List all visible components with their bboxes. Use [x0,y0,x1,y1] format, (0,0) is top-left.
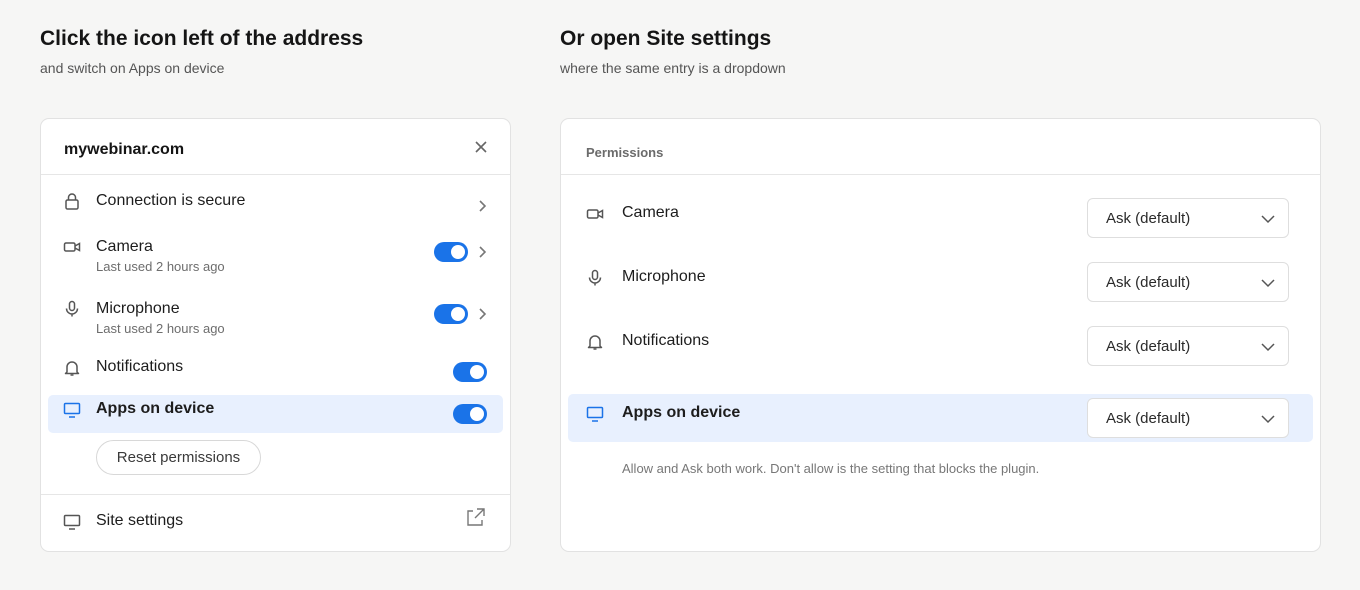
chevron-right-icon [479,200,487,212]
permissions-header: Permissions [586,145,664,160]
monitor-icon [63,514,81,530]
perm-microphone-label: Microphone [622,268,706,285]
chevron-right-icon[interactable] [477,307,487,321]
chevron-down-icon [1261,215,1275,224]
bell-icon [587,335,603,350]
site-info-panel: mywebinar.com Connection is secure Camer… [40,118,511,552]
perm-camera-label: Camera [622,204,679,221]
monitor-icon [586,406,604,422]
lock-icon [65,193,79,210]
microphone-label: Microphone [96,300,180,317]
camera-select[interactable]: Ask (default) [1087,198,1289,238]
chevron-right-icon[interactable] [477,245,487,259]
connection-label: Connection is secure [96,192,246,209]
site-name: mywebinar.com [64,141,185,158]
chevron-down-icon [1261,343,1275,352]
site-settings-label: Site settings [96,512,184,529]
apps-on-device-select-value: Ask (default) [1106,410,1191,427]
perm-notifications-label: Notifications [622,332,710,349]
left-heading-title: Click the icon left of the address [40,27,364,50]
monitor-icon [63,402,81,418]
camera-toggle[interactable] [434,242,468,262]
camera-icon [63,242,81,252]
perm-apps-on-device-label: Apps on device [622,404,741,421]
apps-on-device-select[interactable]: Ask (default) [1087,398,1289,438]
apps-on-device-label: Apps on device [96,400,215,417]
notifications-select[interactable]: Ask (default) [1087,326,1289,366]
camera-last-used: Last used 2 hours ago [96,259,225,274]
notifications-toggle[interactable] [453,362,487,382]
right-heading-title: Or open Site settings [560,27,772,50]
apps-on-device-toggle[interactable] [453,404,487,424]
camera-label: Camera [96,238,153,255]
left-heading-subtitle: and switch on Apps on device [40,60,225,76]
chevron-down-icon [1261,279,1275,288]
microphone-last-used: Last used 2 hours ago [96,321,225,336]
external-link-icon[interactable] [466,507,486,527]
microphone-select-value: Ask (default) [1106,274,1191,291]
left-heading: Click the icon left of the address and s… [40,27,363,76]
camera-icon [586,209,604,219]
divider [41,174,510,175]
right-heading: Or open Site settings where the same ent… [560,27,786,76]
permissions-note: Allow and Ask both work. Don't allow is … [622,461,1040,476]
right-heading-subtitle: where the same entry is a dropdown [560,60,786,76]
microphone-icon [588,269,602,286]
close-icon[interactable] [473,139,489,155]
camera-select-value: Ask (default) [1106,210,1191,227]
microphone-icon [65,300,79,317]
microphone-select[interactable]: Ask (default) [1087,262,1289,302]
bell-icon [64,361,80,376]
notifications-select-value: Ask (default) [1106,338,1191,355]
chevron-down-icon [1261,415,1275,424]
reset-permissions-button[interactable]: Reset permissions [96,440,261,475]
notifications-label: Notifications [96,358,184,375]
microphone-toggle[interactable] [434,304,468,324]
site-settings-panel: Permissions Camera Ask (default) Microph… [560,118,1321,552]
divider [41,494,510,495]
divider [561,174,1320,175]
